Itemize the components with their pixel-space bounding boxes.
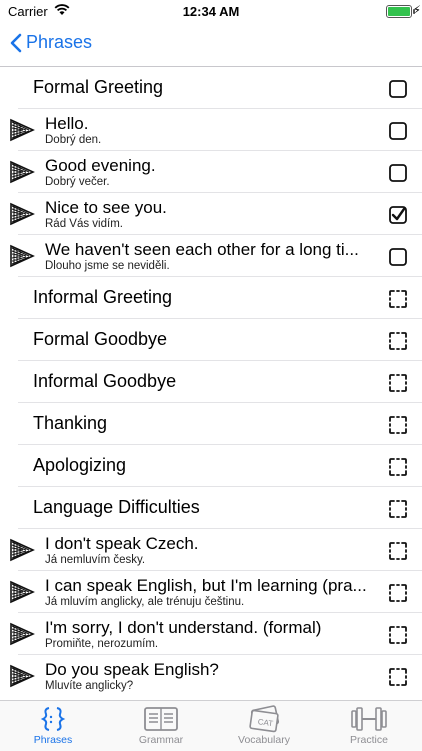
phrase-translation: Rád Vás vidím. (45, 218, 123, 230)
play-audio-icon[interactable] (9, 580, 35, 609)
vocabulary-icon: CAT (214, 704, 314, 734)
tab-grammar[interactable]: Grammar (111, 704, 211, 746)
category-label: Thanking (33, 413, 108, 433)
play-audio-icon[interactable] (9, 202, 35, 231)
phrases-icon (3, 704, 103, 734)
phrase-text: I can speak English, but I'm learning (p… (45, 576, 367, 595)
dashed-box-icon[interactable] (388, 667, 408, 692)
charging-icon: ⚡ (412, 3, 421, 17)
dashed-box-icon[interactable] (388, 415, 408, 440)
phrase-translation: Dobrý den. (45, 134, 102, 146)
play-audio-icon[interactable] (9, 538, 35, 567)
category-row[interactable]: Formal Goodbye (18, 319, 422, 361)
phrase-text: Do you speak English? (45, 660, 219, 679)
category-label: Informal Greeting (33, 287, 173, 307)
dashed-box-icon[interactable] (388, 331, 408, 356)
dashed-box-icon[interactable] (388, 373, 408, 398)
phrase-text: We haven't seen each other for a long ti… (45, 240, 359, 259)
tab-vocabulary[interactable]: CAT Vocabulary (214, 704, 314, 746)
phrase-row[interactable]: I don't speak Czech. Já nemluvím česky. (10, 529, 422, 571)
battery-icon (386, 5, 415, 18)
phrase-translation: Já nemluvím česky. (45, 554, 146, 566)
phrase-text: Nice to see you. (45, 198, 167, 217)
chevron-left-icon (10, 33, 22, 52)
tab-label: Grammar (138, 734, 184, 746)
play-audio-icon[interactable] (9, 622, 35, 651)
empty-checkbox-icon[interactable] (388, 79, 408, 104)
play-audio-icon[interactable] (9, 664, 35, 693)
phrase-row[interactable]: Good evening. Dobrý večer. (10, 151, 422, 193)
dashed-box-icon[interactable] (388, 289, 408, 314)
empty-checkbox-icon[interactable] (388, 121, 408, 146)
phrase-row[interactable]: We haven't seen each other for a long ti… (10, 235, 422, 277)
tab-practice[interactable]: Practice (319, 704, 419, 746)
empty-checkbox-icon[interactable] (388, 247, 408, 272)
phrase-translation: Promiňte, nerozumím. (45, 638, 159, 650)
category-label: Language Difficulties (33, 497, 200, 517)
dashed-box-icon[interactable] (388, 541, 408, 566)
category-row[interactable]: Informal Greeting (18, 277, 422, 319)
category-label: Informal Goodbye (33, 371, 177, 391)
category-row[interactable]: Formal Greeting (18, 67, 422, 109)
tab-label: Vocabulary (238, 734, 290, 746)
checked-box-icon[interactable] (388, 205, 408, 230)
phrase-row[interactable]: Do you speak English? Mluvíte anglicky? (10, 655, 422, 696)
phrase-list[interactable]: Formal Greeting Hello. Dobrý den. Good even… (0, 67, 422, 700)
practice-icon (319, 704, 419, 734)
phrase-translation: Dlouho jsme se neviděli. (45, 260, 170, 272)
phrase-row[interactable]: I'm sorry, I don't understand. (formal) P… (10, 613, 422, 655)
phrase-text: Good evening. (45, 156, 156, 175)
play-audio-icon[interactable] (9, 118, 35, 147)
phrase-translation: Dobrý večer. (45, 176, 110, 188)
dashed-box-icon[interactable] (388, 625, 408, 650)
tab-label: Practice (350, 734, 388, 746)
dashed-box-icon[interactable] (388, 457, 408, 482)
tab-bar: Phrases Grammar CAT Vocabulary Practice (0, 700, 422, 751)
category-row[interactable]: Informal Goodbye (18, 361, 422, 403)
phrase-translation: Mluvíte anglicky? (45, 680, 134, 692)
phrase-text: Hello. (45, 114, 89, 133)
play-audio-icon[interactable] (9, 244, 35, 273)
category-label: Formal Greeting (33, 77, 164, 97)
tab-phrases[interactable]: Phrases (3, 704, 103, 746)
dashed-box-icon[interactable] (388, 583, 408, 608)
category-row[interactable]: Apologizing (18, 445, 422, 487)
empty-checkbox-icon[interactable] (388, 163, 408, 188)
phrase-row[interactable]: Nice to see you. Rád Vás vidím. (10, 193, 422, 235)
tab-label: Phrases (33, 734, 73, 746)
back-button[interactable]: Phrases (10, 32, 92, 53)
dashed-box-icon[interactable] (388, 499, 408, 524)
phrase-text: I don't speak Czech. (45, 534, 199, 553)
category-label: Formal Goodbye (33, 329, 168, 349)
category-row[interactable]: Language Difficulties (18, 487, 422, 529)
phrase-text: I'm sorry, I don't understand. (formal) (45, 618, 322, 637)
status-bar: Carrier 12:34 AM ⚡ (0, 0, 422, 22)
grammar-icon (111, 704, 211, 734)
clock: 12:34 AM (182, 4, 240, 19)
back-button-label: Phrases (26, 32, 93, 52)
phrase-row[interactable]: Hello. Dobrý den. (10, 109, 422, 151)
phrase-translation: Já mluvím anglicky, ale trénuju češtinu. (45, 596, 245, 608)
category-row[interactable]: Thanking (18, 403, 422, 445)
category-label: Apologizing (33, 455, 127, 475)
phrase-row[interactable]: I can speak English, but I'm learning (p… (10, 571, 422, 613)
navigation-bar: Phrases (0, 22, 422, 67)
play-audio-icon[interactable] (9, 160, 35, 189)
